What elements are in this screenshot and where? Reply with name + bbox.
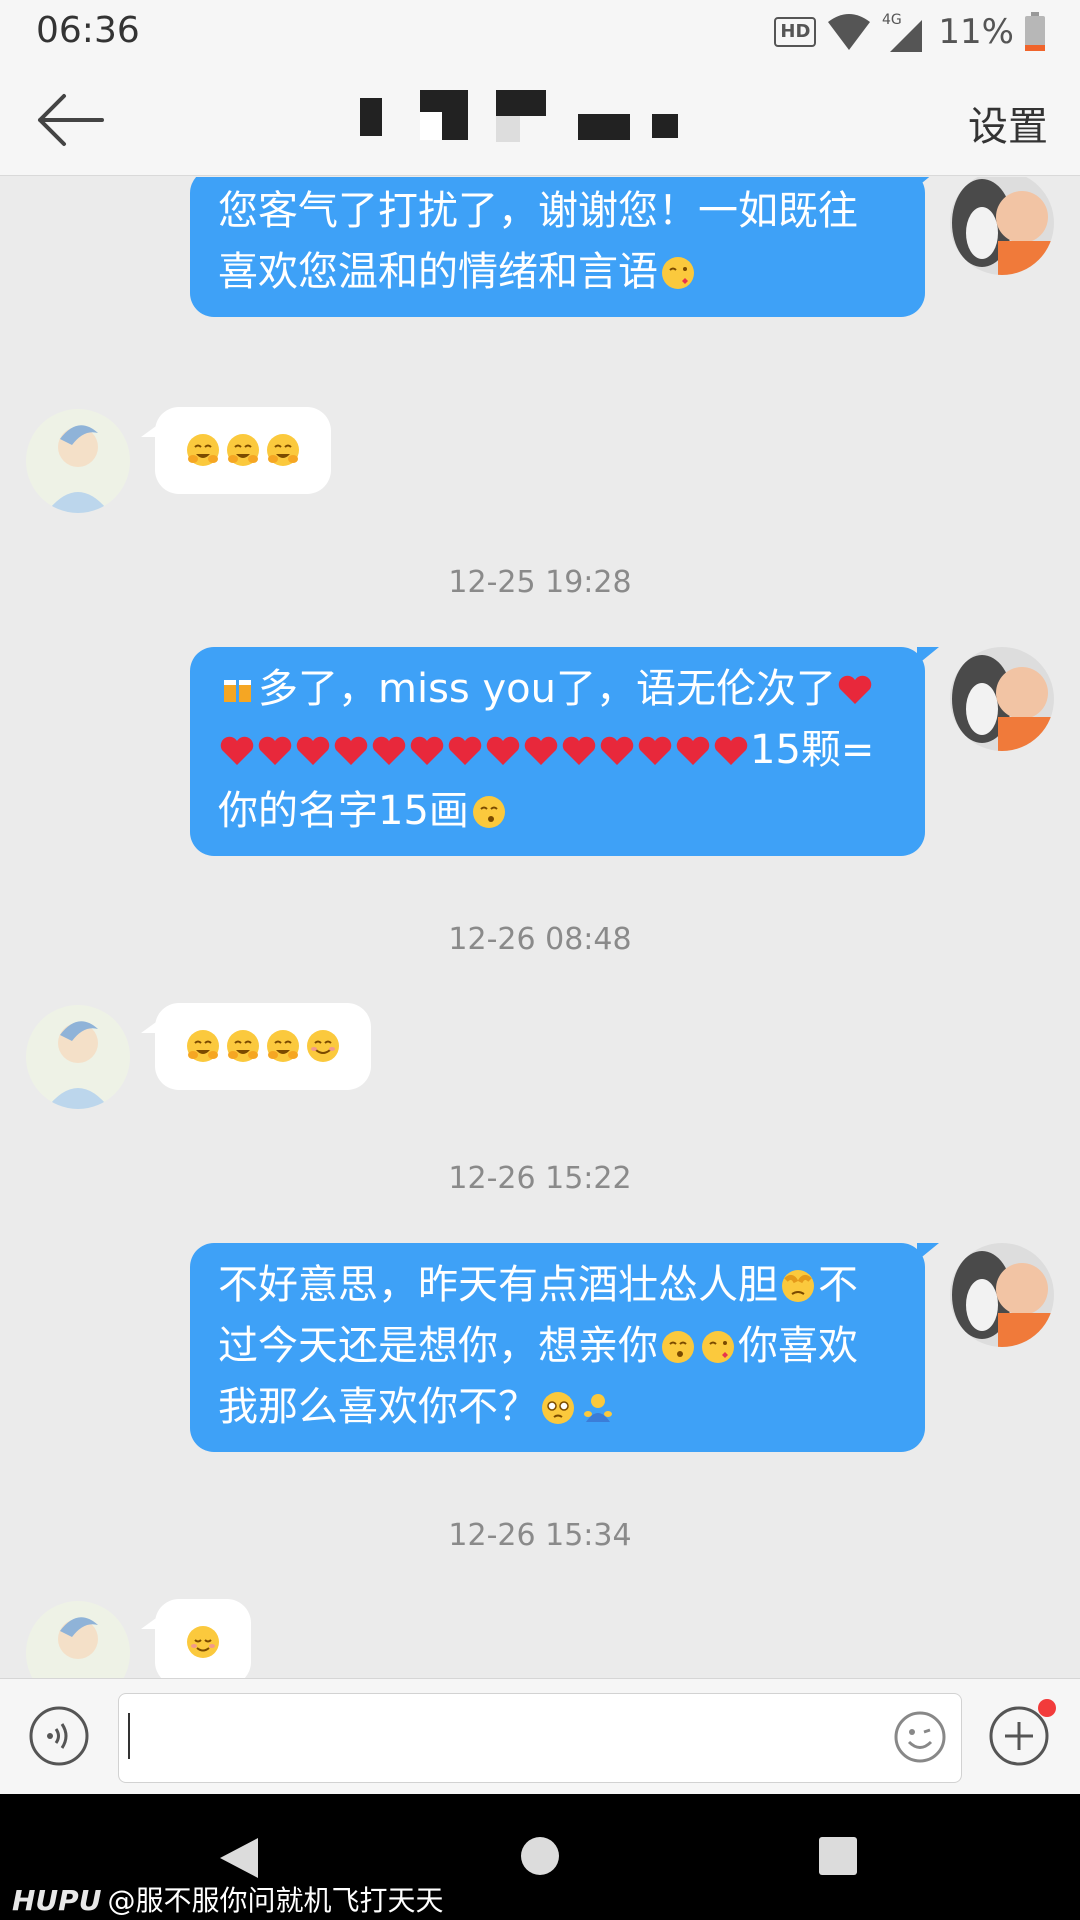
kissing-face-icon <box>662 1331 694 1363</box>
cell-signal-icon: 4G <box>882 12 923 52</box>
contact-avatar[interactable] <box>26 409 130 513</box>
timestamp: 12-26 15:34 <box>448 1518 632 1553</box>
message-text: 你的名字15画 <box>218 788 469 834</box>
battery-percent: 11% <box>938 12 1014 52</box>
message-input[interactable] <box>118 1693 962 1783</box>
hug-person-icon <box>584 1394 612 1422</box>
timestamp: 12-25 19:28 <box>448 565 632 600</box>
heart-icon <box>220 736 254 765</box>
hugging-face-icon <box>227 1030 259 1062</box>
my-avatar[interactable] <box>950 1243 1054 1347</box>
heart-icon <box>600 736 634 765</box>
face-covering-eyes-icon <box>782 1270 814 1302</box>
watermark-brand: HUPU <box>12 1884 102 1917</box>
sent-message: 不好意思，昨天有点酒壮怂人胆 不过今天还是想你，想亲你 你喜欢我那么喜欢你不？ <box>190 1243 939 1452</box>
sent-message: 您客气了打扰了，谢谢您！一如既往喜欢您温和的情绪和言语 <box>190 177 939 317</box>
notification-dot <box>1038 1699 1056 1717</box>
home-circle-icon[interactable] <box>520 1836 560 1876</box>
status-time: 06:36 <box>36 10 140 51</box>
watermark-text: @服不服你问就机飞打天天 <box>107 1884 444 1917</box>
hd-badge: HD <box>774 17 817 47</box>
pleading-face-icon <box>542 1392 574 1424</box>
message-text: 15颗= <box>750 727 875 773</box>
heart-icon <box>410 736 444 765</box>
back-triangle-icon[interactable] <box>218 1836 260 1880</box>
received-message <box>141 1003 371 1090</box>
settings-button[interactable]: 设置 <box>968 94 1048 152</box>
text-cursor <box>128 1713 130 1759</box>
heart-icon <box>524 736 558 765</box>
message-text: 您客气了打扰了，谢谢您！一如既往喜欢您温和的情绪和言语 <box>218 188 858 295</box>
contact-name-redacted <box>360 90 678 142</box>
svg-text:4G: 4G <box>882 12 902 28</box>
hugging-face-icon <box>187 434 219 466</box>
emoji-icon[interactable] <box>892 1709 948 1765</box>
beer-mugs-icon <box>224 680 251 702</box>
contact-avatar[interactable] <box>26 1601 130 1678</box>
wifi-icon <box>828 14 871 50</box>
my-avatar[interactable] <box>950 647 1054 751</box>
received-message <box>141 1599 251 1678</box>
heart-icon <box>334 736 368 765</box>
heart-icon <box>562 736 596 765</box>
recents-square-icon[interactable] <box>818 1836 858 1876</box>
chat-area[interactable]: 您客气了打扰了，谢谢您！一如既往喜欢您温和的情绪和言语 12-25 19:28 … <box>0 177 1080 1678</box>
kissing-face-icon <box>472 796 505 828</box>
heart-icon <box>372 736 406 765</box>
blowing-kiss-face-icon <box>662 257 694 289</box>
heart-icon <box>448 736 482 765</box>
heart-icon <box>296 736 330 765</box>
back-arrow-icon[interactable] <box>30 88 110 152</box>
message-text: 不好意思，昨天有点酒壮怂人胆 <box>218 1262 778 1308</box>
watermark: HUPU @服不服你问就机飞打天天 <box>12 1879 443 1919</box>
heart-icon <box>676 736 710 765</box>
heart-icon <box>258 736 292 765</box>
heart-icon <box>486 736 520 765</box>
hugging-face-icon <box>267 434 299 466</box>
blowing-kiss-face-icon <box>702 1331 734 1363</box>
input-bar <box>0 1678 1080 1794</box>
hugging-face-icon <box>267 1030 299 1062</box>
contact-avatar[interactable] <box>26 1005 130 1109</box>
heart-row: 15颗= <box>218 720 897 781</box>
my-avatar[interactable] <box>950 177 1054 275</box>
timestamp: 12-26 15:22 <box>448 1161 632 1196</box>
message-text: 多了，miss you了，语无伦次了 <box>258 666 836 712</box>
voice-input-icon[interactable] <box>28 1705 90 1767</box>
smiling-face-icon <box>307 1030 339 1062</box>
status-icons: HD 4G 11% <box>774 8 1046 56</box>
hugging-face-icon <box>187 1030 219 1062</box>
hugging-face-icon <box>227 434 259 466</box>
heart-icon <box>714 736 748 765</box>
shy-smile-icon <box>187 1626 219 1658</box>
timestamp: 12-26 08:48 <box>448 922 632 957</box>
sent-message: 多了，miss you了，语无伦次了 15颗= 你的名字15画 <box>190 647 939 856</box>
battery-icon <box>1025 12 1045 51</box>
heart-icon <box>638 736 672 765</box>
status-bar: 06:36 HD 4G 11% <box>0 0 1080 64</box>
received-message <box>141 407 331 494</box>
heart-icon <box>836 666 874 712</box>
nav-bar: 设置 <box>0 64 1080 176</box>
